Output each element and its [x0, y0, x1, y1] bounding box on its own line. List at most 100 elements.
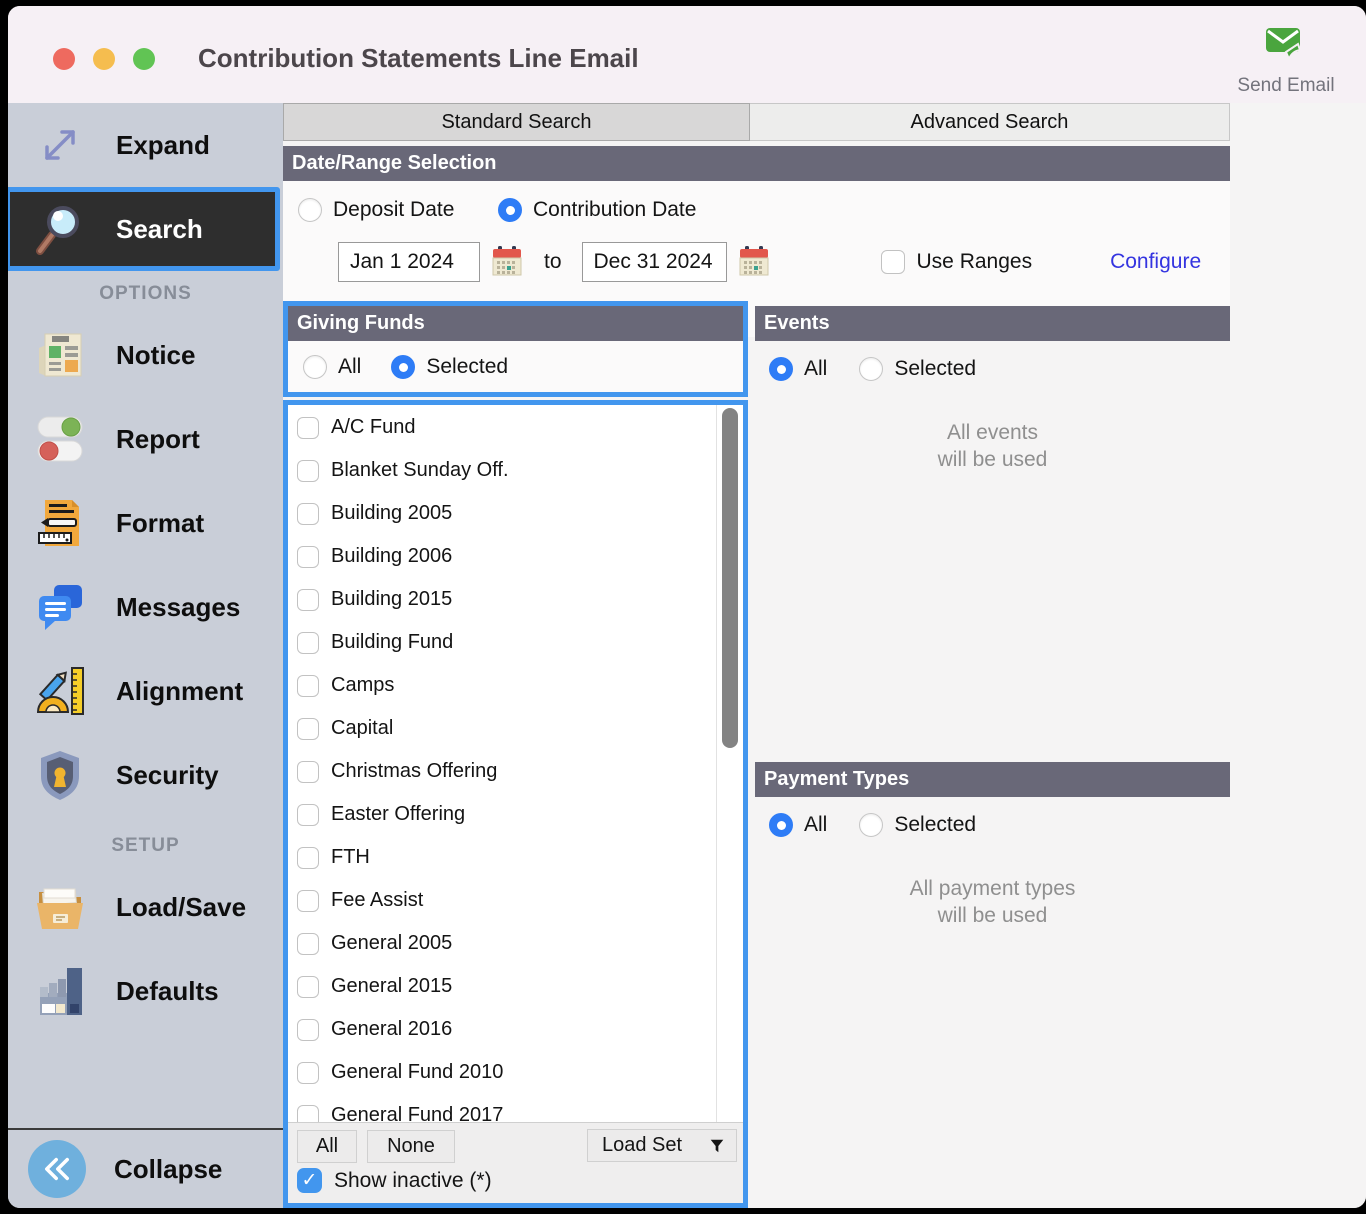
fund-row[interactable]: FTH [288, 836, 743, 879]
payment-types-selected-radio[interactable] [859, 813, 884, 837]
to-date-input[interactable]: Dec 31 2024 [581, 242, 727, 282]
sidebar-item-load-save[interactable]: Load/Save [8, 865, 283, 949]
close-window-button[interactable] [53, 48, 75, 70]
show-inactive-label: Show inactive (*) [334, 1168, 492, 1192]
sidebar-item-label: Collapse [114, 1153, 223, 1184]
fund-checkbox[interactable] [297, 932, 319, 955]
payment-types-all-radio[interactable] [769, 813, 793, 837]
fund-row[interactable]: Easter Offering [288, 793, 743, 836]
giving-funds-list-panel: A/C Fund Blanket Sunday Off. Building 20… [283, 400, 748, 1208]
fund-checkbox[interactable] [297, 502, 319, 525]
sidebar-item-label: Format [116, 507, 205, 538]
tab-advanced-search[interactable]: Advanced Search [750, 103, 1230, 141]
fund-row[interactable]: General 2015 [288, 965, 743, 1008]
sidebar-item-label: Notice [116, 339, 196, 370]
sidebar-group-header-setup: SETUP [111, 835, 180, 856]
fund-label: General Fund 2017 [331, 1104, 504, 1122]
sidebar-item-label: Search [116, 213, 203, 244]
load-set-button[interactable]: Load Set [587, 1129, 737, 1162]
deposit-date-radio[interactable] [298, 198, 322, 222]
fund-checkbox[interactable] [297, 760, 319, 783]
fund-checkbox[interactable] [297, 459, 319, 482]
giving-funds-selected-radio[interactable] [391, 354, 416, 379]
fund-checkbox[interactable] [297, 846, 319, 869]
newspaper-icon [32, 327, 88, 383]
zoom-window-button[interactable] [133, 48, 155, 70]
calendar-icon[interactable] [492, 246, 522, 278]
fund-checkbox[interactable] [297, 545, 319, 568]
fund-checkbox[interactable] [297, 1018, 319, 1041]
sidebar-item-alignment[interactable]: Alignment [8, 649, 283, 733]
fund-label: Building 2005 [331, 502, 453, 524]
fund-checkbox[interactable] [297, 889, 319, 912]
shield-lock-icon [32, 747, 88, 803]
contribution-date-radio[interactable] [498, 198, 522, 222]
events-all-radio[interactable] [769, 357, 793, 381]
fund-checkbox[interactable] [297, 588, 319, 611]
calendar-icon[interactable] [739, 246, 769, 278]
screen: Contribution Statements Line Email Send … [0, 0, 1366, 1214]
fund-row[interactable]: Fee Assist [288, 879, 743, 922]
fund-row[interactable]: Blanket Sunday Off. [288, 449, 743, 492]
from-date-input[interactable]: Jan 1 2024 [338, 242, 480, 282]
fund-row[interactable]: Capital [288, 707, 743, 750]
sidebar-item-expand[interactable]: Expand [8, 103, 283, 187]
giving-funds-section: Giving Funds All Selected [283, 301, 748, 397]
fund-checkbox[interactable] [297, 416, 319, 439]
sidebar-item-defaults[interactable]: Defaults [8, 949, 283, 1033]
fund-row[interactable]: A/C Fund [288, 406, 743, 449]
show-inactive-checkbox[interactable] [297, 1168, 322, 1193]
sidebar-item-label: Load/Save [116, 891, 247, 922]
fund-row[interactable]: Building 2015 [288, 578, 743, 621]
tab-standard-search[interactable]: Standard Search [283, 103, 750, 141]
folder-documents-icon [32, 879, 88, 935]
scrollbar-thumb[interactable] [722, 408, 738, 748]
fund-row[interactable]: General Fund 2010 [288, 1051, 743, 1094]
document-pencil-icon [32, 495, 88, 551]
events-all-label: All [804, 357, 828, 380]
send-email-button[interactable]: Send Email [1206, 26, 1366, 97]
select-all-funds-button[interactable]: All [297, 1129, 357, 1163]
sidebar-item-messages[interactable]: Messages [8, 565, 283, 649]
sidebar-item-notice[interactable]: Notice [8, 313, 283, 397]
fund-row[interactable]: Camps [288, 664, 743, 707]
sidebar-item-label: Messages [116, 591, 241, 622]
fund-checkbox[interactable] [297, 631, 319, 654]
fund-label: General 2005 [331, 932, 453, 954]
events-selected-radio[interactable] [859, 357, 884, 381]
title-bar: Contribution Statements Line Email Send … [8, 6, 1366, 103]
select-none-funds-button[interactable]: None [367, 1129, 455, 1163]
sidebar-item-format[interactable]: Format [8, 481, 283, 565]
search-tabs: Standard Search Advanced Search [283, 103, 1230, 141]
fund-row[interactable]: General Fund 2017 [288, 1094, 743, 1122]
window-title: Contribution Statements Line Email [198, 43, 639, 73]
fund-checkbox[interactable] [297, 1104, 319, 1122]
fund-row[interactable]: Building 2006 [288, 535, 743, 578]
fund-row[interactable]: Building Fund [288, 621, 743, 664]
fund-list-scrollbar[interactable] [716, 405, 743, 1122]
fund-checkbox[interactable] [297, 1061, 319, 1084]
fund-label: Building Fund [331, 631, 454, 653]
minimize-window-button[interactable] [93, 48, 115, 70]
fund-label: A/C Fund [331, 416, 416, 438]
use-ranges-checkbox[interactable] [880, 250, 905, 274]
fund-checkbox[interactable] [297, 717, 319, 740]
send-email-label: Send Email [1237, 75, 1335, 96]
collapse-chevrons-icon [28, 1140, 86, 1198]
configure-link[interactable]: Configure [1110, 250, 1201, 274]
fund-row[interactable]: Christmas Offering [288, 750, 743, 793]
fund-checkbox[interactable] [297, 975, 319, 998]
sidebar-item-search[interactable]: Search [8, 187, 280, 271]
giving-funds-header: Giving Funds [288, 306, 743, 341]
fund-checkbox[interactable] [297, 674, 319, 697]
sidebar-item-security[interactable]: Security [8, 733, 283, 817]
email-send-icon [1264, 26, 1308, 64]
fund-row[interactable]: Building 2005 [288, 492, 743, 535]
sidebar-item-report[interactable]: Report [8, 397, 283, 481]
fund-checkbox[interactable] [297, 803, 319, 826]
sidebar-item-collapse[interactable]: Collapse [8, 1130, 283, 1208]
fund-row[interactable]: General 2016 [288, 1008, 743, 1051]
fund-row[interactable]: General 2005 [288, 922, 743, 965]
sidebar-item-label: Defaults [116, 975, 219, 1006]
giving-funds-all-radio[interactable] [303, 354, 327, 379]
